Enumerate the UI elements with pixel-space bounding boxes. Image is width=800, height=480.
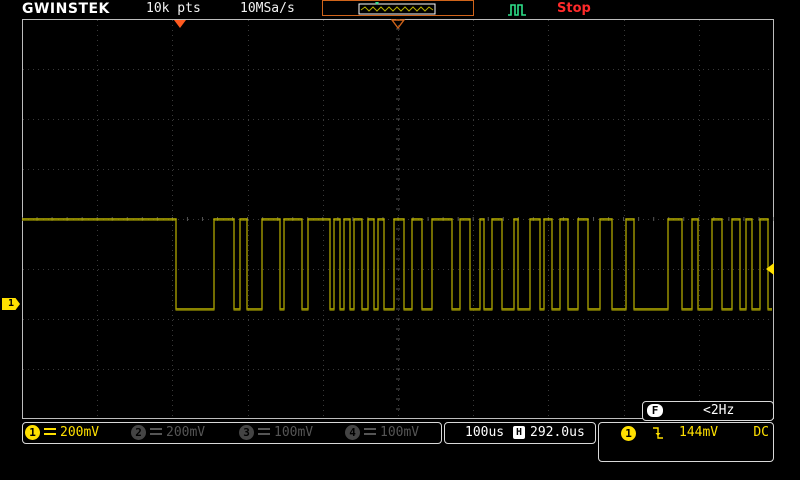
horizontal-center-marker (390, 15, 406, 34)
dc-coupling-icon (364, 427, 376, 438)
run-stop-status[interactable]: Stop (557, 0, 591, 18)
trigger-coupling: DC (753, 425, 769, 440)
overview-waveform-icon (358, 2, 436, 15)
dc-coupling-icon (150, 427, 162, 438)
ch2-scale-value: 200mV (166, 425, 206, 440)
ch3-scale[interactable]: 3 100mV (239, 423, 313, 443)
ch3-scale-value: 100mV (274, 425, 314, 440)
trigger-level-marker[interactable] (764, 261, 776, 281)
horizontal-position-icon: H (513, 426, 525, 439)
falling-edge-icon (651, 425, 665, 445)
ch1-scale[interactable]: 1 200mV (25, 423, 99, 443)
run-status-icon (506, 1, 528, 21)
frequency-value: <2Hz (703, 403, 735, 418)
timebase-position: 292.0us (530, 425, 585, 440)
dc-coupling-icon (44, 427, 56, 438)
ch2-badge: 2 (131, 425, 146, 440)
timebase-scale: 100us (465, 425, 505, 440)
trigger-level: 144mV (679, 425, 719, 440)
graticule (21, 18, 775, 419)
frequency-badge: F (647, 404, 663, 417)
waveform-overview-bar[interactable] (322, 0, 474, 16)
ch2-scale[interactable]: 2 200mV (131, 423, 205, 443)
ch1-ground-marker[interactable]: 1 (2, 298, 20, 310)
ch3-badge: 3 (239, 425, 254, 440)
waveform-display[interactable] (21, 18, 775, 419)
dc-coupling-icon (258, 427, 270, 438)
ch4-badge: 4 (345, 425, 360, 440)
trigger-position-marker[interactable] (172, 15, 188, 34)
frequency-counter[interactable]: F <2Hz (642, 401, 774, 421)
ch1-badge: 1 (25, 425, 40, 440)
timebase-bar[interactable]: 100us H 292.0us (444, 422, 596, 444)
ch4-scale-value: 100mV (380, 425, 420, 440)
ch1-scale-value: 200mV (60, 425, 100, 440)
trigger-info[interactable]: 1 144mV DC (598, 422, 774, 462)
channel-scale-bar: 1 200mV 2 200mV 3 100mV 4 100mV (22, 422, 442, 444)
brand-logo: GWINSTEK (22, 1, 110, 17)
trigger-source-badge: 1 (621, 426, 636, 441)
ch4-scale[interactable]: 4 100mV (345, 423, 419, 443)
sample-rate: 10MSa/s (240, 1, 295, 16)
